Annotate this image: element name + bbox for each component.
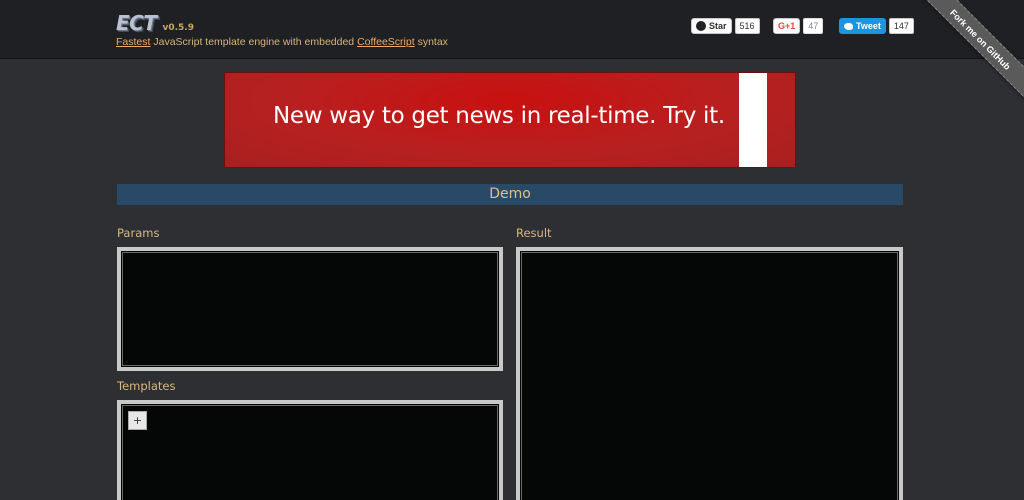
fork-ribbon-container: Fork me on GitHub	[914, 0, 1024, 110]
params-label: Params	[117, 226, 160, 240]
tweet-label: Tweet	[856, 21, 881, 31]
logo[interactable]: ECT v0.5.9	[116, 11, 194, 35]
ad-banner[interactable]: New way to get news in real-time. Try it…	[224, 72, 796, 168]
github-icon	[696, 21, 706, 31]
tweet-button[interactable]: Tweet	[839, 18, 886, 34]
github-star-button[interactable]: Star	[691, 18, 732, 34]
tagline-end: syntax	[414, 36, 448, 48]
params-editor[interactable]	[117, 247, 503, 371]
gplus-label: G+1	[778, 21, 796, 31]
result-panel[interactable]	[516, 247, 903, 500]
logo-text[interactable]: ECT	[116, 11, 157, 35]
version-label: v0.5.9	[162, 23, 194, 33]
banner-text: New way to get news in real-time. Try it…	[273, 103, 725, 129]
templates-label: Templates	[117, 379, 176, 393]
twitter-bird-icon	[844, 22, 853, 30]
gplus-button[interactable]: G+1	[773, 18, 801, 34]
fastest-link[interactable]: Fastest	[116, 36, 150, 48]
github-star-label: Star	[709, 21, 727, 31]
result-label: Result	[516, 226, 552, 240]
github-star-widget: Star 516	[691, 18, 760, 34]
tweet-count[interactable]: 147	[888, 18, 914, 34]
add-template-button[interactable]: +	[128, 411, 147, 430]
header: ECT v0.5.9 Fastest JavaScript template e…	[0, 0, 1024, 59]
tagline: Fastest JavaScript template engine with …	[116, 36, 448, 48]
banner-stripe	[739, 73, 767, 167]
tweet-widget: Tweet 147	[839, 18, 914, 34]
github-star-count[interactable]: 516	[734, 18, 760, 34]
gplus-count: 47	[803, 18, 824, 34]
templates-editor[interactable]: +	[117, 400, 503, 500]
coffeescript-link[interactable]: CoffeeScript	[357, 36, 415, 48]
demo-title-bar: Demo	[117, 184, 903, 205]
gplus-widget: G+1 47	[773, 18, 824, 34]
fork-me-ribbon[interactable]: Fork me on GitHub	[914, 0, 1024, 107]
tagline-middle: JavaScript template engine with embedded	[150, 36, 358, 48]
